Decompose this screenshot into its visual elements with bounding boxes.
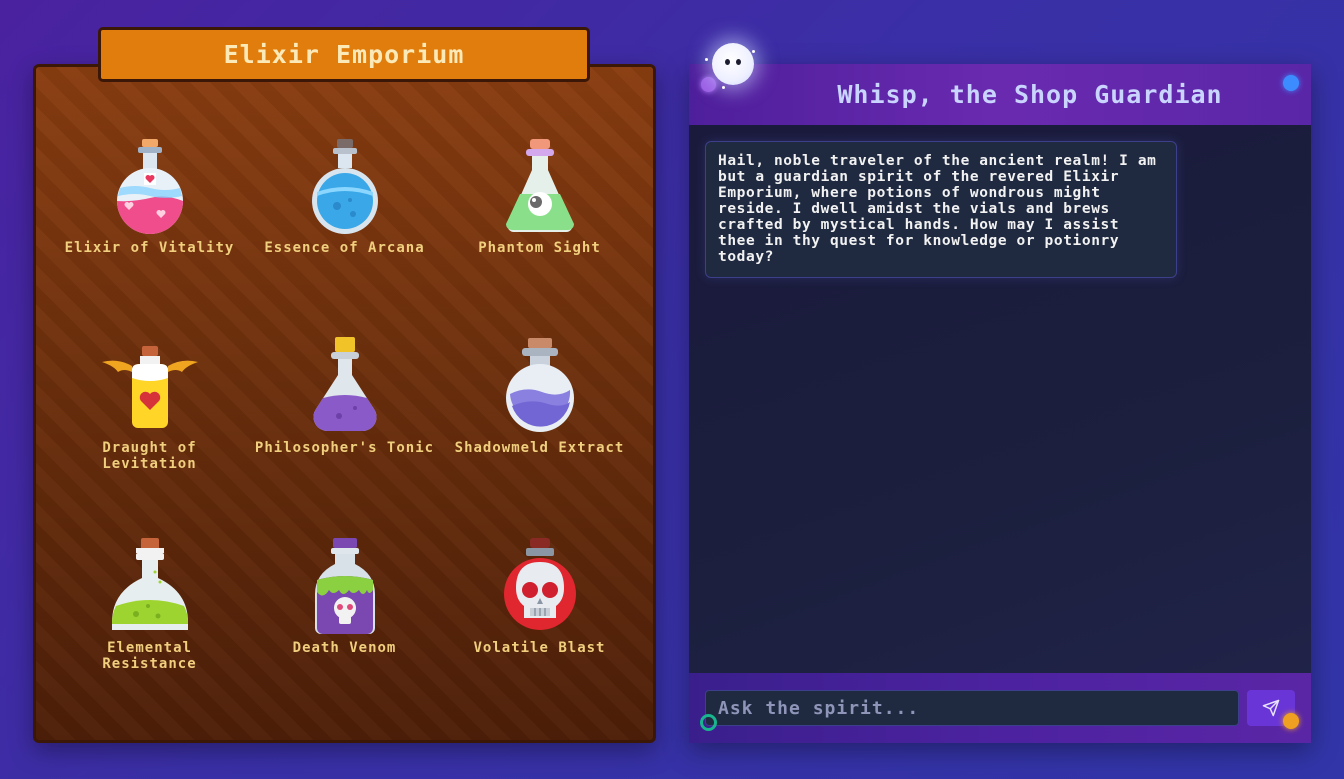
spirit-message: Hail, noble traveler of the ancient real… — [705, 141, 1177, 278]
skull-bomb-icon — [503, 538, 576, 630]
potion-name: Death Venom — [292, 640, 397, 656]
spirit-eye — [736, 59, 741, 65]
potion-name: Elemental Resistance — [102, 640, 197, 672]
potion-item-essence-of-arcana[interactable]: Essence of Arcana — [247, 136, 442, 336]
eye-potion-icon — [505, 139, 574, 233]
potion-name: Phantom Sight — [478, 240, 601, 256]
sparkle-icon — [705, 58, 708, 61]
winged-potion-icon — [101, 346, 198, 428]
potion-item-shadowmeld-extract[interactable]: Shadowmeld Extract — [442, 336, 637, 536]
potion-item-phantom-sight[interactable]: Phantom Sight — [442, 136, 637, 336]
heart-potion-icon — [116, 139, 183, 234]
green-orb-icon — [700, 714, 717, 731]
potion-item-philosophers-tonic[interactable]: Philosopher's Tonic — [247, 336, 442, 536]
potion-item-volatile-blast[interactable]: Volatile Blast — [442, 536, 637, 736]
chat-panel: Whisp, the Shop Guardian Hail, noble tra… — [689, 64, 1311, 743]
green-flask-icon — [111, 538, 188, 630]
orange-orb-icon — [1283, 713, 1299, 729]
violet-flask-icon — [505, 338, 574, 432]
chat-footer — [689, 673, 1311, 743]
potion-item-death-venom[interactable]: Death Venom — [247, 536, 442, 736]
potion-item-elixir-of-vitality[interactable]: Elixir of Vitality — [52, 136, 247, 336]
blue-orb-icon — [1283, 75, 1299, 91]
potion-name: Volatile Blast — [473, 640, 606, 656]
potion-item-elemental-resistance[interactable]: Elemental Resistance — [52, 536, 247, 736]
potion-name: Draught of Levitation — [102, 440, 197, 472]
potion-name: Elixir of Vitality — [64, 240, 235, 256]
blue-potion-icon — [311, 139, 378, 234]
chat-input[interactable] — [705, 690, 1239, 726]
sparkle-icon — [752, 50, 755, 53]
potion-grid: Elixir of Vitality Essence of Arcana Pha… — [52, 136, 638, 736]
send-icon — [1262, 699, 1280, 717]
skull-bottle-icon — [314, 538, 375, 634]
potion-item-draught-of-levitation[interactable]: Draught of Levitation — [52, 336, 247, 536]
purple-potion-icon — [312, 337, 377, 432]
shop-title: Elixir Emporium — [98, 27, 590, 82]
purple-orb-icon — [701, 77, 716, 92]
potion-name: Essence of Arcana — [264, 240, 425, 256]
potion-name: Philosopher's Tonic — [254, 440, 435, 456]
spirit-icon — [712, 43, 754, 85]
chat-header: Whisp, the Shop Guardian — [689, 64, 1311, 125]
spirit-eye — [725, 59, 730, 65]
chat-title: Whisp, the Shop Guardian — [837, 80, 1223, 109]
potion-name: Shadowmeld Extract — [454, 440, 625, 456]
sparkle-icon — [722, 86, 725, 89]
